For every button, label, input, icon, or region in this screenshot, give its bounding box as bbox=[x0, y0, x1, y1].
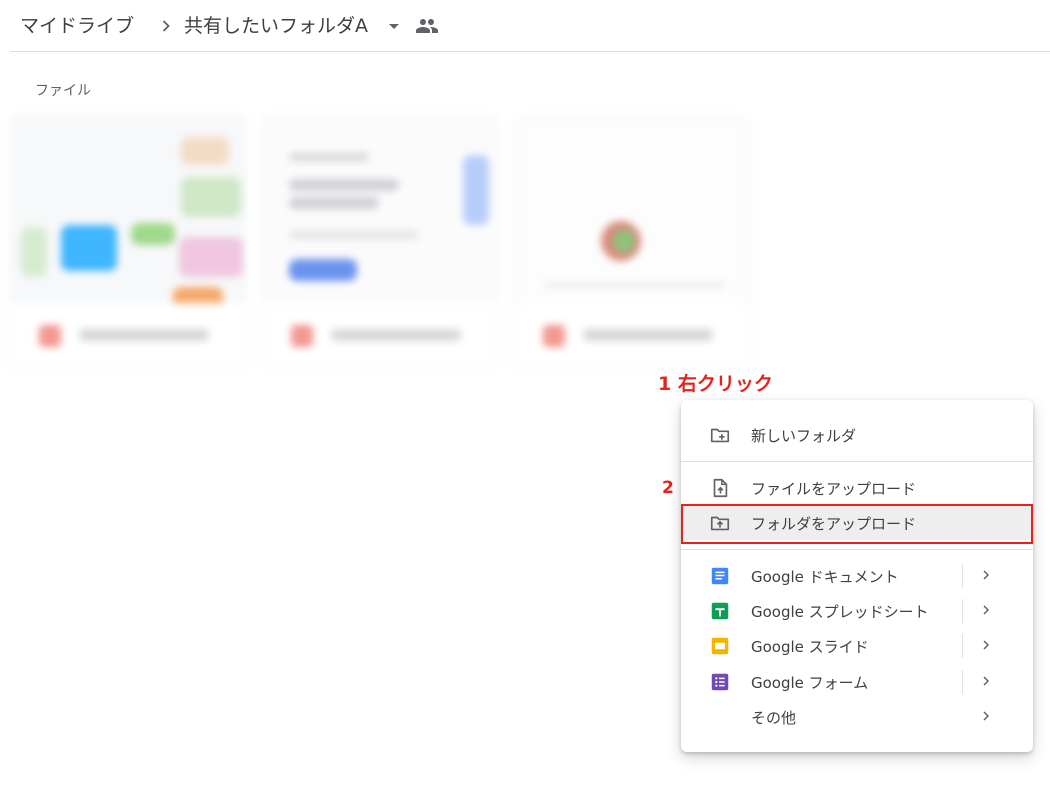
caret-down-icon[interactable] bbox=[382, 14, 406, 38]
chevron-right-icon bbox=[983, 605, 990, 615]
menu-item-new-folder[interactable]: 新しいフォルダ bbox=[681, 417, 1033, 452]
context-menu: 新しいフォルダ ファイルをアップロード フォルダをアップロード Google ド… bbox=[681, 400, 1033, 752]
file-name bbox=[331, 329, 461, 341]
menu-item-google-forms[interactable]: Google フォーム bbox=[681, 664, 1033, 699]
submenu-divider bbox=[962, 564, 963, 588]
file-card[interactable] bbox=[514, 116, 750, 368]
google-sheets-icon bbox=[711, 602, 729, 620]
menu-item-label: Google フォーム bbox=[751, 674, 869, 692]
file-grid bbox=[10, 116, 750, 368]
breadcrumb-current-folder[interactable]: 共有したいフォルダA bbox=[184, 11, 368, 38]
menu-item-label: Google スライド bbox=[751, 638, 869, 656]
menu-item-more[interactable]: その他 bbox=[681, 699, 1033, 734]
file-card-footer bbox=[515, 303, 749, 367]
menu-item-label: ファイルをアップロード bbox=[751, 480, 917, 498]
chevron-right-icon bbox=[983, 711, 990, 721]
menu-item-label: 新しいフォルダ bbox=[751, 427, 857, 445]
file-card[interactable] bbox=[262, 116, 498, 368]
file-thumbnail bbox=[515, 117, 749, 303]
annotation-highlight-box bbox=[681, 504, 1033, 544]
pdf-icon bbox=[291, 325, 313, 347]
file-thumbnail bbox=[11, 117, 245, 309]
pdf-icon bbox=[39, 325, 61, 347]
file-card[interactable] bbox=[10, 116, 246, 368]
header-bar: マイドライブ 共有したいフォルダA bbox=[10, 0, 1050, 52]
pdf-icon bbox=[543, 325, 565, 347]
menu-item-label: Google スプレッドシート bbox=[751, 603, 929, 621]
menu-item-google-slides[interactable]: Google スライド bbox=[681, 628, 1033, 663]
shared-people-icon bbox=[416, 19, 438, 33]
file-name bbox=[583, 329, 713, 341]
google-slides-icon bbox=[711, 637, 729, 655]
chevron-right-icon bbox=[983, 676, 990, 686]
file-thumbnail bbox=[263, 117, 497, 303]
upload-file-icon bbox=[713, 478, 728, 498]
menu-item-label: Google ドキュメント bbox=[751, 568, 899, 586]
menu-item-upload-file[interactable]: ファイルをアップロード bbox=[681, 470, 1033, 505]
file-name bbox=[79, 329, 209, 341]
menu-item-google-sheets[interactable]: Google スプレッドシート bbox=[681, 593, 1033, 628]
file-card-footer bbox=[263, 303, 497, 367]
annotation-step-2: 2 bbox=[662, 478, 674, 498]
google-docs-icon bbox=[711, 567, 729, 585]
submenu-divider bbox=[962, 670, 963, 694]
new-folder-icon bbox=[710, 428, 730, 443]
menu-item-google-docs[interactable]: Google ドキュメント bbox=[681, 558, 1033, 593]
files-section-label: ファイル bbox=[35, 83, 91, 99]
file-card-footer bbox=[11, 303, 245, 367]
chevron-right-icon bbox=[983, 570, 990, 580]
menu-divider bbox=[681, 461, 1033, 462]
chevron-right-icon bbox=[162, 20, 170, 32]
google-forms-icon bbox=[711, 673, 729, 691]
menu-divider bbox=[681, 549, 1033, 550]
submenu-divider bbox=[962, 634, 963, 658]
menu-item-label: その他 bbox=[751, 709, 797, 727]
chevron-right-icon bbox=[983, 640, 990, 650]
breadcrumb-my-drive[interactable]: マイドライブ bbox=[20, 11, 134, 38]
submenu-divider bbox=[962, 599, 963, 623]
annotation-step-1: 1 右クリック bbox=[658, 373, 773, 395]
